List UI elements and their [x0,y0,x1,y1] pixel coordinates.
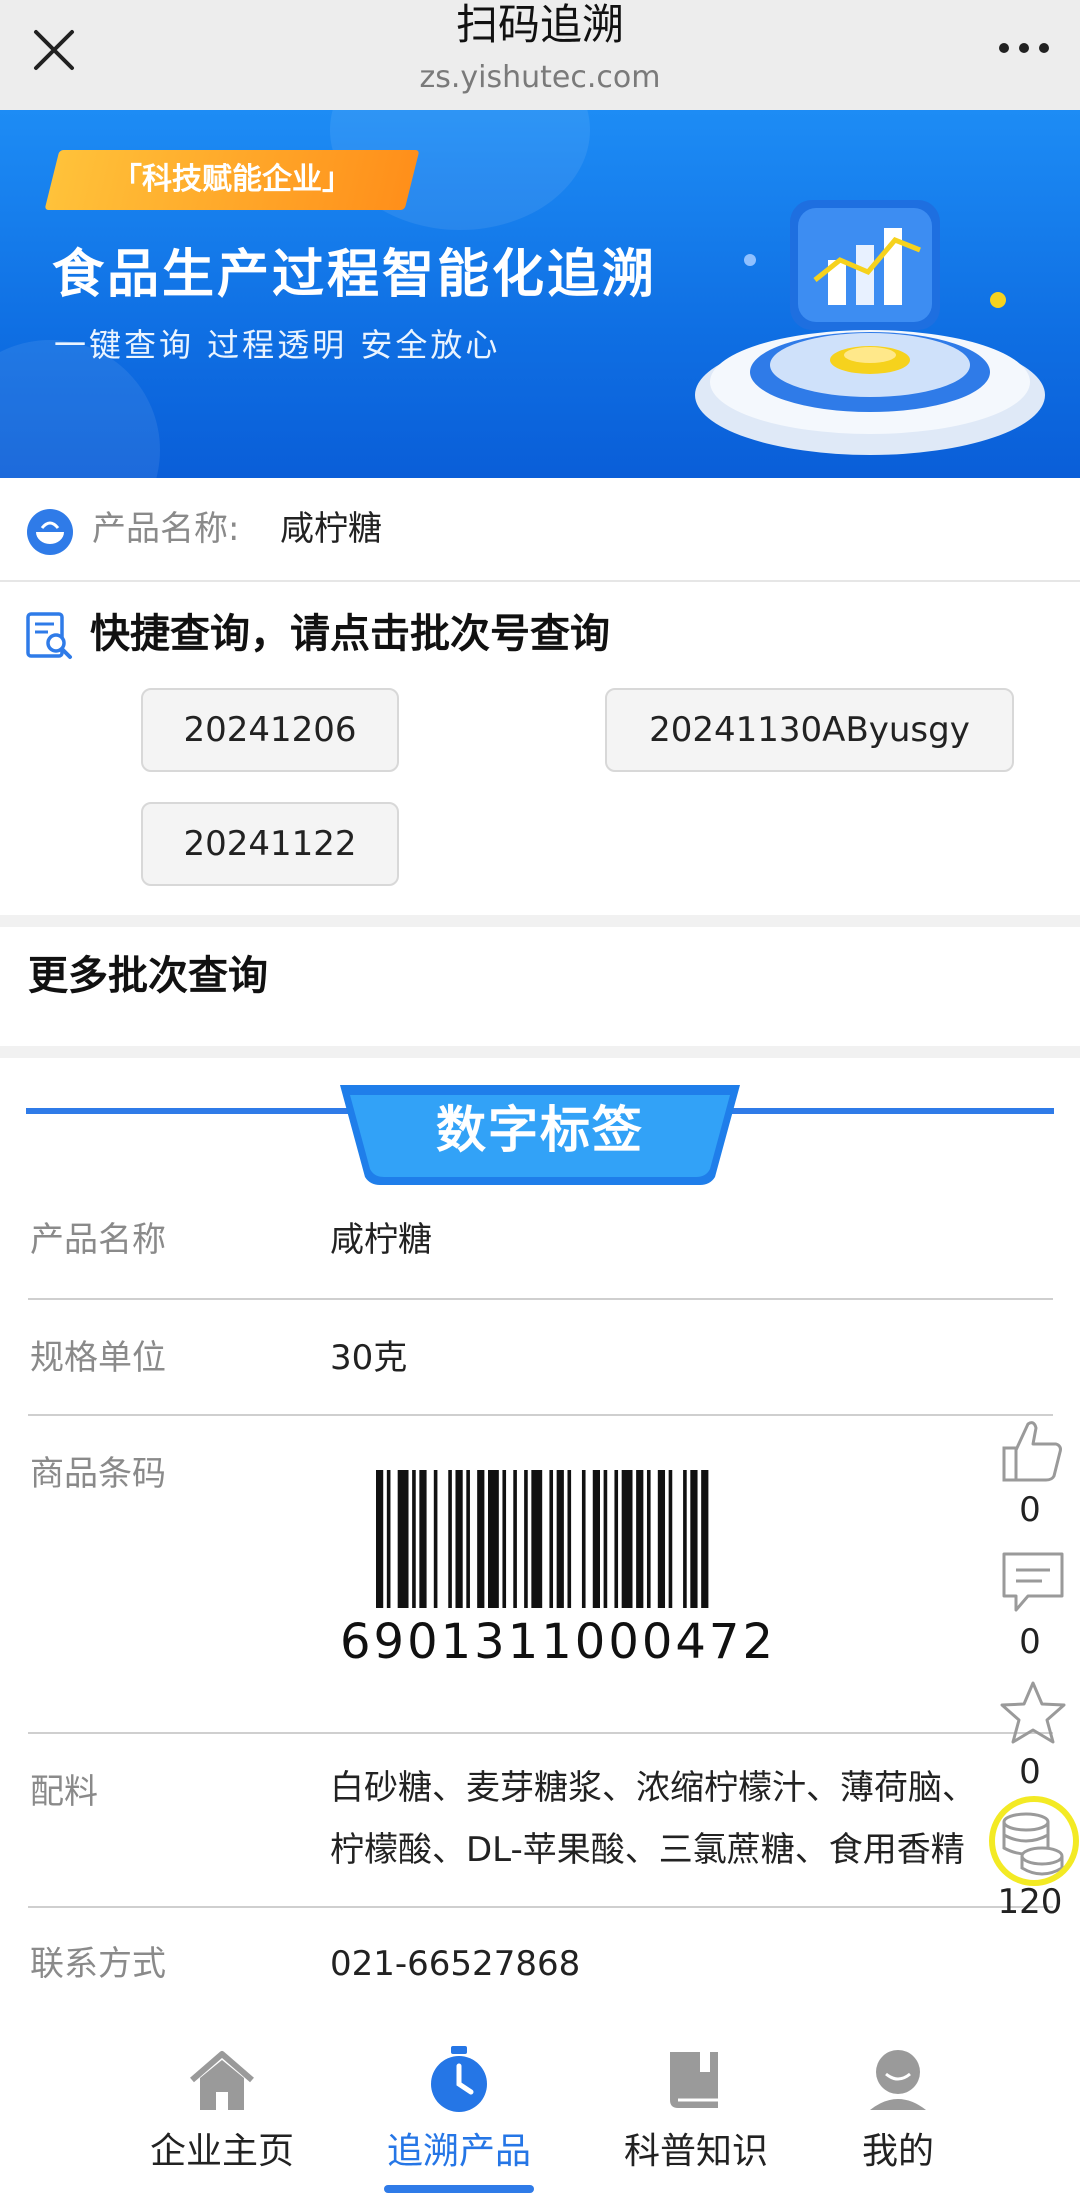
batch-button[interactable]: 20241206 [141,688,399,772]
thumbs-up-icon[interactable] [998,1416,1068,1486]
batch-button[interactable]: 20241122 [141,802,399,886]
info-label: 商品条码 [30,1454,166,1494]
comment-count: 0 [1019,1622,1041,1662]
browser-top-bar: 扫码追溯 zs.yishutec.com [0,0,1080,110]
header-rule-left [26,1108,371,1114]
more-menu-icon[interactable] [994,26,1054,70]
quick-query-title: 快捷查询，请点击批次号查询 [90,611,610,657]
product-name-label: 产品名称: [92,509,240,549]
info-value: 30克 [330,1338,408,1378]
like-count: 0 [1019,1490,1041,1530]
info-row-ingredients: 配料 白砂糖、麦芽糖浆、浓缩柠檬汁、薄荷脑、 柠檬酸、DL-苹果酸、三氯蔗糖、食… [28,1734,1053,1908]
barcode-image [376,1470,709,1608]
info-row-product-name: 产品名称 咸柠糖 [28,1180,1053,1300]
nav-label: 追溯产品 [386,2131,531,2172]
bottom-navigation: 企业主页 追溯产品 科普知识 我的 [0,2020,1080,2193]
banner-subtitle: 一键查询 过程透明 安全放心 [54,326,501,364]
nav-item-mine[interactable]: 我的 [788,2020,1008,2193]
nav-label: 科普知识 [623,2131,768,2172]
home-icon [190,2051,254,2110]
digital-label-title: 数字标签 [436,1101,644,1159]
nav-item-home[interactable]: 企业主页 [112,2020,332,2193]
product-name-row: 产品名称: 咸柠糖 [0,478,1080,582]
favorite-count: 0 [1019,1752,1041,1792]
active-tab-indicator [384,2185,534,2193]
product-name-value: 咸柠糖 [280,509,382,549]
nav-label: 我的 [861,2131,934,2172]
banner-title: 食品生产过程智能化追溯 [52,245,658,305]
header-rule-right [710,1108,1054,1114]
info-row-spec: 规格单位 30克 [28,1300,1053,1416]
page-title: 扫码追溯 [455,0,624,49]
analytics-platform-illustration [695,200,1045,455]
banner-tag: 「科技赋能企业」 [112,162,352,197]
user-icon [870,2050,926,2110]
info-label: 联系方式 [30,1944,166,1984]
ingredients-line-1: 白砂糖、麦芽糖浆、浓缩柠檬汁、薄荷脑、 [330,1768,976,1808]
stopwatch-icon [431,2046,487,2112]
star-icon[interactable] [998,1678,1068,1748]
nav-item-trace-products[interactable]: 追溯产品 [349,2020,569,2193]
section-divider [0,1046,1080,1058]
nav-item-knowledge[interactable]: 科普知识 [586,2020,806,2193]
info-label: 产品名称 [30,1220,166,1260]
nav-label: 企业主页 [149,2131,294,2172]
section-divider [0,915,1080,927]
ingredients-line-2: 柠檬酸、DL-苹果酸、三氯蔗糖、食用香精 [330,1830,965,1870]
product-bowl-icon [27,509,73,555]
info-value: 021-66527868 [330,1944,581,1984]
batch-button[interactable]: 20241130AByusgy [605,688,1014,772]
coin-count: 120 [997,1882,1063,1922]
info-value: 咸柠糖 [330,1220,432,1260]
info-row-contact: 联系方式 021-66527868 [28,1908,1053,2020]
page-url: zs.yishutec.com [419,60,661,95]
comment-icon[interactable] [998,1548,1068,1618]
book-icon [670,2052,720,2108]
promo-banner: 「科技赋能企业」 食品生产过程智能化追溯 一键查询 过程透明 安全放心 [0,110,1080,478]
highlight-ring [989,1796,1079,1886]
info-label: 配料 [30,1772,98,1812]
document-search-icon [26,612,72,659]
info-label: 规格单位 [30,1338,166,1378]
barcode-number: 6901311000472 [340,1614,777,1670]
more-batches-link[interactable]: 更多批次查询 [28,948,268,1004]
